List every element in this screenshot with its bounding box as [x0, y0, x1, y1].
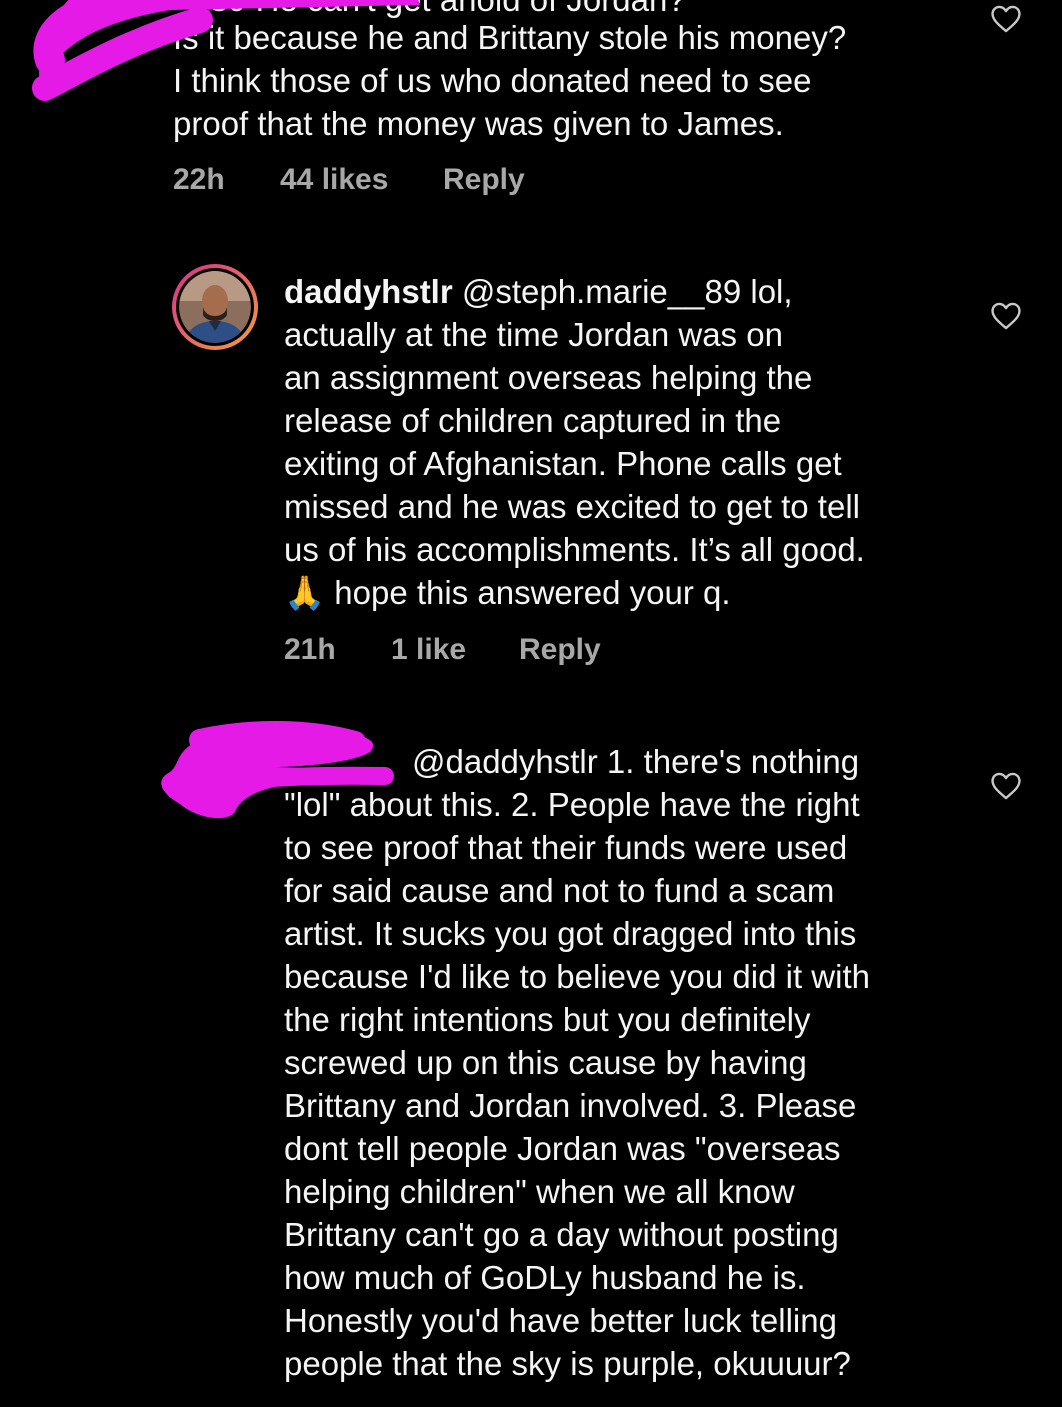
- comment-3-line: the right intentions but you definitely: [284, 1001, 811, 1038]
- comment-3-line: Honestly you'd have better luck telling: [284, 1302, 837, 1339]
- comment-3-line: Brittany and Jordan involved. 3. Please: [284, 1087, 857, 1124]
- profile-photo-icon: [179, 271, 251, 343]
- comment-2-first-line: @steph.marie__89 lol,: [452, 273, 793, 310]
- praying-hands-emoji: 🙏: [284, 574, 326, 611]
- heart-outline-icon[interactable]: [989, 2, 1023, 36]
- comment-2-line: release of children captured in the: [284, 402, 782, 439]
- comment-3-line: people that the sky is purple, okuuuur?: [284, 1345, 851, 1382]
- heart-outline-icon[interactable]: [989, 299, 1023, 333]
- comment-3-line: to see proof that their funds were used: [284, 829, 848, 866]
- comment-2-line: an assignment overseas helping the: [284, 359, 813, 396]
- comment-1-likes[interactable]: 44 likes: [280, 163, 388, 197]
- comment-3-line: helping children" when we all know: [284, 1173, 795, 1210]
- comment-3-line: how much of GoDLy husband he is.: [284, 1259, 806, 1296]
- comment-3-line: screwed up on this cause by having: [284, 1044, 807, 1081]
- comment-1-time: 22h: [173, 163, 225, 196]
- comment-2-line: actually at the time Jordan was on: [284, 316, 783, 353]
- comment-3-line: dont tell people Jordan was "overseas: [284, 1130, 841, 1167]
- comment-2-line: exiting of Afghanistan. Phone calls get: [284, 445, 842, 482]
- comment-3-text: @daddyhstlr 1. there's nothing "lol" abo…: [284, 740, 870, 1385]
- comment-2-likes[interactable]: 1 like: [391, 633, 466, 667]
- comment-2-reply-button[interactable]: Reply: [519, 633, 601, 667]
- comment-2-line: missed and he was excited to get to tell: [284, 488, 860, 525]
- comment-2-time: 21h: [284, 633, 336, 666]
- redaction-scribble: [161, 721, 394, 819]
- comment-3-line: artist. It sucks you got dragged into th…: [284, 915, 857, 952]
- comment-2-last-line: hope this answered your q.: [325, 574, 731, 611]
- avatar[interactable]: [172, 264, 258, 350]
- comment-3-line: Brittany can't go a day without posting: [284, 1216, 839, 1253]
- comment-2-text: daddyhstlr @steph.marie__89 lol, actuall…: [284, 270, 865, 614]
- redaction-scribble: [32, 0, 420, 101]
- comment-3-line: for said cause and not to fund a scam: [284, 872, 835, 909]
- comment-3-line: because I'd like to believe you did it w…: [284, 958, 870, 995]
- username[interactable]: daddyhstlr: [284, 273, 453, 310]
- heart-outline-icon[interactable]: [989, 769, 1023, 803]
- comment-2-line: us of his accomplishments. It’s all good…: [284, 531, 865, 568]
- comment-1-reply-button[interactable]: Reply: [443, 163, 525, 197]
